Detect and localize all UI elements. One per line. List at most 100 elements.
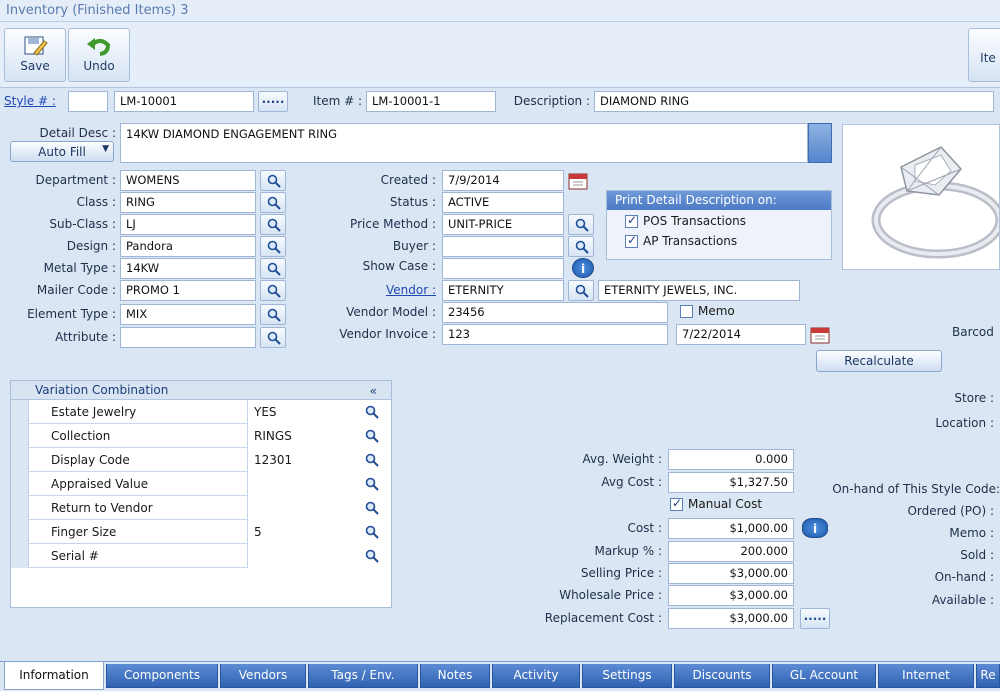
- design-field[interactable]: Pandora: [120, 236, 256, 257]
- class-field[interactable]: RING: [120, 192, 256, 213]
- recalculate-button[interactable]: Recalculate: [816, 350, 942, 372]
- cost-field[interactable]: $1,000.00: [668, 518, 794, 539]
- row-header[interactable]: [11, 520, 29, 544]
- calendar-icon[interactable]: [568, 172, 588, 190]
- style-code-field[interactable]: LM-10001: [114, 91, 254, 112]
- buyer-search-button[interactable]: [568, 236, 594, 257]
- class-search-button[interactable]: [260, 192, 286, 213]
- undo-button[interactable]: Undo: [68, 28, 130, 82]
- vendor-field[interactable]: ETERNITY: [442, 280, 564, 301]
- ap-checkbox[interactable]: AP Transactions: [607, 228, 831, 248]
- replacement-cost-field[interactable]: $3,000.00: [668, 608, 794, 629]
- vendor-search-button[interactable]: [568, 280, 594, 301]
- description-field[interactable]: DIAMOND RING: [594, 91, 994, 112]
- variation-value[interactable]: 12301: [247, 448, 387, 472]
- tab-activity[interactable]: Activity: [492, 664, 580, 688]
- avg-cost-field[interactable]: $1,327.50: [668, 472, 794, 493]
- magnifier-icon[interactable]: [365, 477, 379, 491]
- tab-discounts[interactable]: Discounts: [674, 664, 770, 688]
- variation-value[interactable]: [247, 496, 387, 520]
- magnifier-icon[interactable]: [365, 501, 379, 515]
- calendar-icon[interactable]: [810, 326, 830, 344]
- chevron-down-icon[interactable]: ▼: [102, 144, 109, 154]
- tab-vendors[interactable]: Vendors: [220, 664, 306, 688]
- variation-value[interactable]: 5: [247, 520, 387, 544]
- style-lookup-button[interactable]: .....: [258, 91, 288, 112]
- variation-row[interactable]: Collection RINGS: [11, 424, 387, 448]
- created-field[interactable]: 7/9/2014: [442, 170, 564, 191]
- items-button[interactable]: Ite: [968, 28, 1000, 82]
- tab-more[interactable]: Re: [976, 664, 1000, 688]
- mailer-code-search-button[interactable]: [260, 280, 286, 301]
- status-field[interactable]: ACTIVE: [442, 192, 564, 213]
- variation-row[interactable]: Estate Jewelry YES: [11, 400, 387, 424]
- replacement-lookup-button[interactable]: .....: [800, 608, 830, 629]
- style-link[interactable]: Style # :: [4, 91, 62, 112]
- tab-gl-account[interactable]: GL Account: [772, 664, 876, 688]
- department-field[interactable]: WOMENS: [120, 170, 256, 191]
- mailer-code-field[interactable]: PROMO 1: [120, 280, 256, 301]
- row-header[interactable]: [11, 496, 29, 520]
- buyer-field[interactable]: [442, 236, 564, 257]
- vendor-invoice-field[interactable]: 123: [442, 324, 668, 345]
- magnifier-icon[interactable]: [365, 405, 379, 419]
- attribute-search-button[interactable]: [260, 327, 286, 348]
- attribute-field[interactable]: [120, 327, 256, 348]
- vendor-link[interactable]: Vendor :: [300, 280, 436, 301]
- autofill-button[interactable]: Auto Fill ▼: [10, 141, 114, 162]
- tab-components[interactable]: Components: [106, 664, 218, 688]
- item-field[interactable]: LM-10001-1: [366, 91, 496, 112]
- showcase-field[interactable]: [442, 258, 564, 279]
- pos-checkbox[interactable]: POS Transactions: [607, 210, 831, 228]
- detail-desc-field[interactable]: 14KW DIAMOND ENGAGEMENT RING: [120, 123, 808, 163]
- avg-weight-field[interactable]: 0.000: [668, 449, 794, 470]
- magnifier-icon[interactable]: [365, 549, 379, 563]
- row-header[interactable]: [11, 424, 29, 448]
- metal-type-search-button[interactable]: [260, 258, 286, 279]
- invoice-date-field[interactable]: 7/22/2014: [676, 324, 806, 345]
- variation-value[interactable]: [247, 472, 387, 496]
- collapse-icon[interactable]: «: [370, 384, 377, 398]
- markup-field[interactable]: 200.000: [668, 541, 794, 562]
- tab-information[interactable]: Information: [4, 662, 104, 690]
- wholesale-price-field[interactable]: $3,000.00: [668, 585, 794, 606]
- variation-row[interactable]: Display Code 12301: [11, 448, 387, 472]
- cost-info-icon[interactable]: i: [802, 518, 828, 538]
- magnifier-icon[interactable]: [365, 429, 379, 443]
- variation-row[interactable]: Serial #: [11, 544, 387, 568]
- design-search-button[interactable]: [260, 236, 286, 257]
- selling-price-field[interactable]: $3,000.00: [668, 563, 794, 584]
- ap-check-box[interactable]: [625, 233, 638, 248]
- row-header[interactable]: [11, 472, 29, 496]
- showcase-info-icon[interactable]: i: [572, 258, 594, 278]
- element-type-search-button[interactable]: [260, 304, 286, 325]
- tab-internet[interactable]: Internet: [878, 664, 974, 688]
- variation-row[interactable]: Return to Vendor: [11, 496, 387, 520]
- price-method-field[interactable]: UNIT-PRICE: [442, 214, 564, 235]
- detail-scrollbar[interactable]: [808, 123, 832, 163]
- save-button[interactable]: Save: [4, 28, 66, 82]
- variation-row[interactable]: Finger Size 5: [11, 520, 387, 544]
- metal-type-field[interactable]: 14KW: [120, 258, 256, 279]
- manual-cost-check-box[interactable]: [670, 496, 683, 511]
- magnifier-icon[interactable]: [365, 453, 379, 467]
- pos-check-box[interactable]: [625, 213, 638, 228]
- subclass-field[interactable]: LJ: [120, 214, 256, 235]
- variation-value[interactable]: [247, 544, 387, 568]
- vendor-model-field[interactable]: 23456: [442, 302, 668, 323]
- magnifier-icon[interactable]: [365, 525, 379, 539]
- element-type-field[interactable]: MIX: [120, 304, 256, 325]
- memo-checkbox[interactable]: Memo: [680, 304, 735, 318]
- memo-check-box[interactable]: [680, 305, 693, 318]
- manual-cost-checkbox[interactable]: Manual Cost: [670, 496, 762, 511]
- variation-value[interactable]: RINGS: [247, 424, 387, 448]
- row-header[interactable]: [11, 544, 29, 568]
- tab-notes[interactable]: Notes: [420, 664, 490, 688]
- row-header[interactable]: [11, 448, 29, 472]
- style-prefix-field[interactable]: [68, 91, 108, 112]
- variation-value[interactable]: YES: [247, 400, 387, 424]
- tab-settings[interactable]: Settings: [582, 664, 672, 688]
- price-method-search-button[interactable]: [568, 214, 594, 235]
- row-header[interactable]: [11, 400, 29, 424]
- tab-tags-env[interactable]: Tags / Env.: [308, 664, 418, 688]
